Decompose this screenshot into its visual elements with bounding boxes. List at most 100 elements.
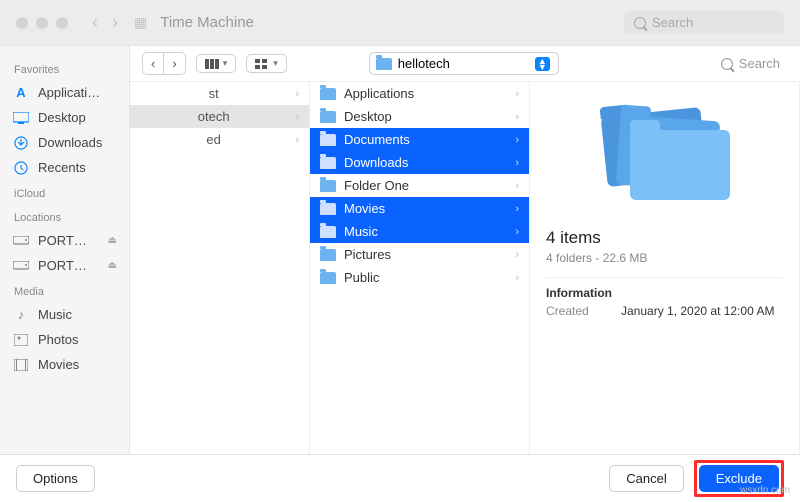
- list-item[interactable]: st›: [130, 82, 309, 105]
- chevron-right-icon: ›: [295, 88, 299, 100]
- drive-icon: [12, 234, 30, 248]
- list-item[interactable]: ed›: [130, 128, 309, 151]
- grid-icon[interactable]: ▦: [134, 14, 148, 31]
- list-item[interactable]: Desktop ›: [310, 105, 529, 128]
- column-2[interactable]: Applications›Desktop›Documents›Downloads…: [310, 82, 530, 454]
- cancel-button[interactable]: Cancel: [609, 465, 683, 492]
- zoom-dot[interactable]: [56, 17, 68, 29]
- down-icon: [12, 136, 30, 150]
- folder-icon: [320, 272, 336, 284]
- view-columns-button[interactable]: ▾: [196, 54, 237, 73]
- multi-folder-icon: [600, 108, 730, 208]
- item-label: Desktop: [344, 109, 392, 124]
- folder-icon: [320, 134, 336, 146]
- list-item[interactable]: Downloads ›: [310, 151, 529, 174]
- sidebar-item[interactable]: PORT… ⏏: [0, 228, 129, 253]
- nav-buttons: ‹ ›: [142, 52, 186, 75]
- sidebar-item-label: Music: [38, 307, 72, 322]
- chevron-right-icon: ›: [515, 249, 519, 261]
- titlebar-nav: ‹ ›: [88, 10, 122, 35]
- search-icon: [634, 17, 646, 29]
- photo-icon: [12, 333, 30, 347]
- sidebar-section-header: Locations: [0, 204, 129, 228]
- sidebar-item[interactable]: PORT… ⏏: [0, 253, 129, 278]
- item-label: Documents: [344, 132, 410, 147]
- browser-search[interactable]: Search: [713, 53, 788, 74]
- file-browser: ‹ › ▾ ▾ hellotech ▲▼ Search st› otech: [130, 46, 800, 454]
- chevron-right-icon: ›: [515, 111, 519, 123]
- chevron-right-icon: ›: [515, 88, 519, 100]
- info-created-row: Created January 1, 2020 at 12:00 AM: [546, 304, 783, 318]
- item-label: Movies: [344, 201, 385, 216]
- sidebar-item-label: Applicati…: [38, 85, 100, 100]
- sidebar-item-label: Recents: [38, 160, 86, 175]
- sidebar-item[interactable]: Photos: [0, 327, 129, 352]
- movie-icon: [12, 358, 30, 372]
- sidebar-item[interactable]: Downloads: [0, 130, 129, 155]
- folder-icon: [320, 111, 336, 123]
- chevron-right-icon: ›: [295, 134, 299, 146]
- A-icon: A: [12, 86, 30, 100]
- titlebar-search[interactable]: Search: [624, 11, 784, 34]
- path-label: hellotech: [398, 56, 450, 71]
- close-dot[interactable]: [16, 17, 28, 29]
- sidebar-item-label: Movies: [38, 357, 79, 372]
- traffic-lights: [16, 17, 68, 29]
- group-button[interactable]: ▾: [246, 54, 287, 73]
- preview-column: 4 items 4 folders - 22.6 MB Information …: [530, 82, 800, 454]
- sidebar-section-header: Favorites: [0, 56, 129, 80]
- list-item[interactable]: Folder One›: [310, 174, 529, 197]
- item-label: Public: [344, 270, 379, 285]
- chevron-right-icon: ›: [515, 272, 519, 284]
- list-item[interactable]: Movies ›: [310, 197, 529, 220]
- list-item[interactable]: Pictures ›: [310, 243, 529, 266]
- browser-toolbar: ‹ › ▾ ▾ hellotech ▲▼ Search: [130, 46, 800, 82]
- options-button[interactable]: Options: [16, 465, 95, 492]
- item-label: Music: [344, 224, 378, 239]
- chevron-right-icon: ›: [515, 157, 519, 169]
- list-item[interactable]: Public ›: [310, 266, 529, 289]
- eject-icon[interactable]: ⏏: [108, 235, 117, 246]
- item-label: Pictures: [344, 247, 391, 262]
- minimize-dot[interactable]: [36, 17, 48, 29]
- forward-button[interactable]: ›: [164, 52, 185, 75]
- browser-search-placeholder: Search: [739, 56, 780, 71]
- item-label: otech: [198, 109, 230, 124]
- watermark: wsxdn.com: [740, 485, 790, 496]
- list-item[interactable]: Music ›: [310, 220, 529, 243]
- forward-arrow-icon[interactable]: ›: [108, 10, 122, 35]
- sidebar-item-label: PORT…: [38, 258, 87, 273]
- list-item[interactable]: otech›: [130, 105, 309, 128]
- sidebar-item-label: PORT…: [38, 233, 87, 248]
- path-popup[interactable]: hellotech ▲▼: [369, 52, 559, 75]
- list-item[interactable]: Applications›: [310, 82, 529, 105]
- back-button[interactable]: ‹: [142, 52, 164, 75]
- sidebar-section-header: iCloud: [0, 180, 129, 204]
- folder-icon: [320, 249, 336, 261]
- item-label: Folder One: [344, 178, 409, 193]
- column-1[interactable]: st›otech›ed›: [130, 82, 310, 454]
- item-label: Downloads: [344, 155, 408, 170]
- drive-icon: [12, 259, 30, 273]
- folder-icon: [320, 157, 336, 169]
- sidebar-item-label: Desktop: [38, 110, 86, 125]
- chevron-right-icon: ›: [515, 203, 519, 215]
- folder-icon: [320, 88, 336, 100]
- finder-sidebar: Favorites A Applicati… Desktop Downloads Rece…: [0, 46, 130, 454]
- eject-icon[interactable]: ⏏: [108, 260, 117, 271]
- titlebar-search-placeholder: Search: [652, 15, 693, 30]
- back-arrow-icon[interactable]: ‹: [88, 10, 102, 35]
- list-item[interactable]: Documents ›: [310, 128, 529, 151]
- sidebar-item[interactable]: Recents: [0, 155, 129, 180]
- chevron-right-icon: ›: [515, 226, 519, 238]
- sidebar-item-label: Photos: [38, 332, 78, 347]
- sidebar-item-label: Downloads: [38, 135, 102, 150]
- sidebar-item[interactable]: Movies: [0, 352, 129, 377]
- chevron-right-icon: ›: [515, 134, 519, 146]
- desk-icon: [12, 111, 30, 125]
- clock-icon: [12, 161, 30, 175]
- sidebar-item[interactable]: Desktop: [0, 105, 129, 130]
- sidebar-item[interactable]: ♪Music: [0, 302, 129, 327]
- window-title: Time Machine: [160, 14, 254, 31]
- sidebar-item[interactable]: A Applicati…: [0, 80, 129, 105]
